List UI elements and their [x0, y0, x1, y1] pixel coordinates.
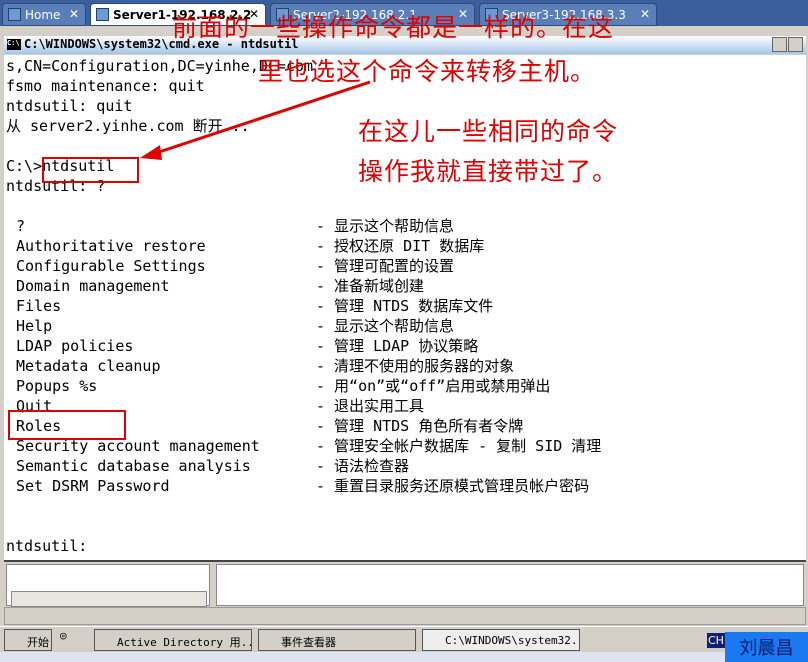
annotation-arrow — [140, 80, 371, 160]
